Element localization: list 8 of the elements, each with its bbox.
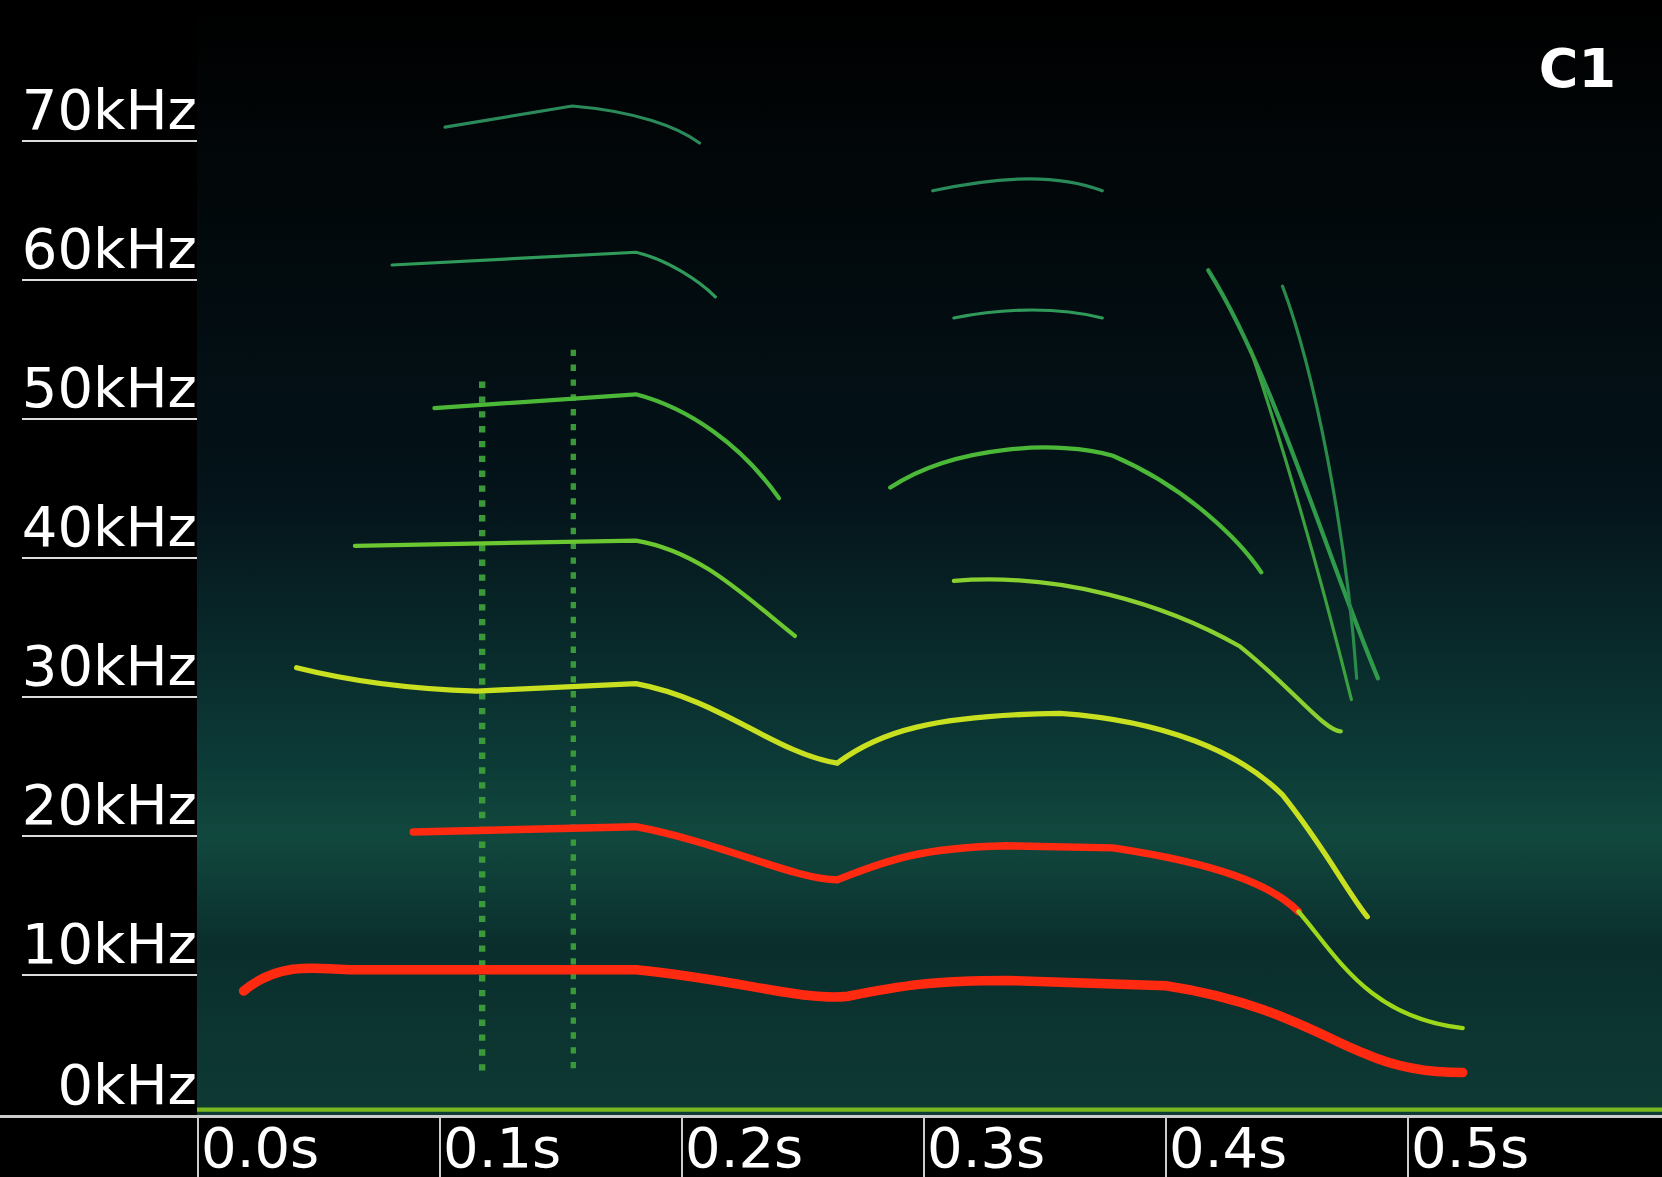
axis-label: 0.4s <box>1165 1118 1407 1177</box>
axis-label: 0.0s <box>197 1118 439 1177</box>
axis-label: 0.5s <box>1407 1118 1649 1177</box>
axis-label: 0.3s <box>923 1118 1165 1177</box>
axis-label: 0kHz <box>57 1057 197 1115</box>
axis-label: 0.1s <box>439 1118 681 1177</box>
channel-label: C1 <box>1538 42 1616 96</box>
axis-label: 0.2s <box>681 1118 923 1177</box>
